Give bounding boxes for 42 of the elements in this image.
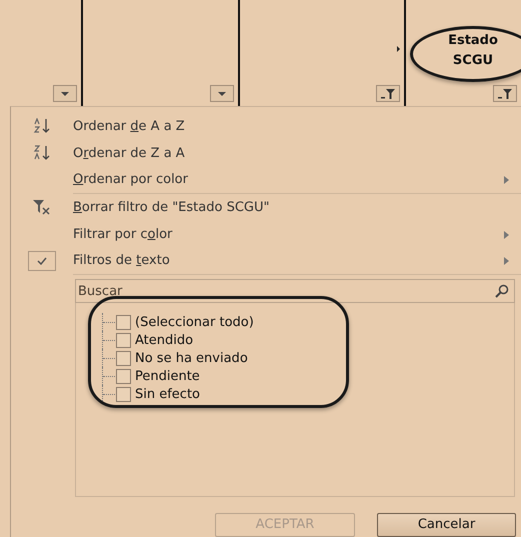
menu-item-label: Ordenar por color	[73, 172, 188, 188]
filter-button[interactable]	[376, 85, 400, 102]
filter-button[interactable]	[493, 85, 517, 102]
clear-filter-icon	[32, 199, 52, 216]
check-icon	[37, 256, 47, 265]
marker-icon	[397, 46, 400, 52]
menu-item-label: Filtrar por color	[73, 226, 172, 242]
value-label: Pendiente	[135, 368, 200, 384]
dropdown-arrow-icon	[218, 92, 226, 96]
menu-item[interactable]: Ordenar de A a Z	[11, 113, 521, 140]
column-header: Estado SCGU	[447, 32, 499, 70]
menu-item-label: Filtros de texto	[73, 253, 170, 268]
dropdown-button[interactable]	[53, 85, 77, 102]
menu-item[interactable]: Borrar filtro de "Estado SCGU"	[11, 194, 521, 221]
checkbox[interactable]	[116, 350, 131, 366]
sort-icon	[33, 145, 51, 162]
dropdown-arrow-icon	[61, 92, 69, 96]
dropdown-button[interactable]	[210, 85, 234, 102]
menu-item-label: Ordenar de Z a A	[73, 146, 185, 161]
menu-item[interactable]: Filtrar por color	[11, 220, 521, 248]
menu-item[interactable]: Filtros de texto	[11, 247, 521, 274]
value-label: Atendido	[135, 332, 194, 348]
search-icon	[495, 284, 509, 298]
value-label: (Seleccionar todo)	[135, 314, 254, 330]
menu-item[interactable]: Ordenar de Z a A	[11, 140, 521, 166]
submenu-arrow-icon	[504, 257, 509, 266]
search-field[interactable]: Buscar	[75, 279, 515, 304]
submenu-arrow-icon	[504, 176, 509, 184]
sort-icon	[33, 118, 51, 134]
checkbox[interactable]	[116, 386, 131, 402]
menu-item-label: Borrar filtro de "Estado SCGU"	[73, 200, 270, 215]
menu-item-label: Ordenar de A a Z	[73, 118, 185, 134]
filter-icon	[498, 88, 512, 98]
menu-item[interactable]: Ordenar por color	[11, 166, 521, 194]
checkbox[interactable]	[116, 368, 131, 384]
filter-icon	[381, 88, 395, 98]
submenu-arrow-icon	[504, 230, 509, 239]
checkbox[interactable]	[116, 332, 131, 348]
value-label: Sin efecto	[135, 386, 200, 402]
cancel-button[interactable]: Cancelar	[377, 512, 516, 537]
checkbox[interactable]	[116, 314, 131, 330]
value-label: No se ha enviado	[135, 350, 248, 366]
